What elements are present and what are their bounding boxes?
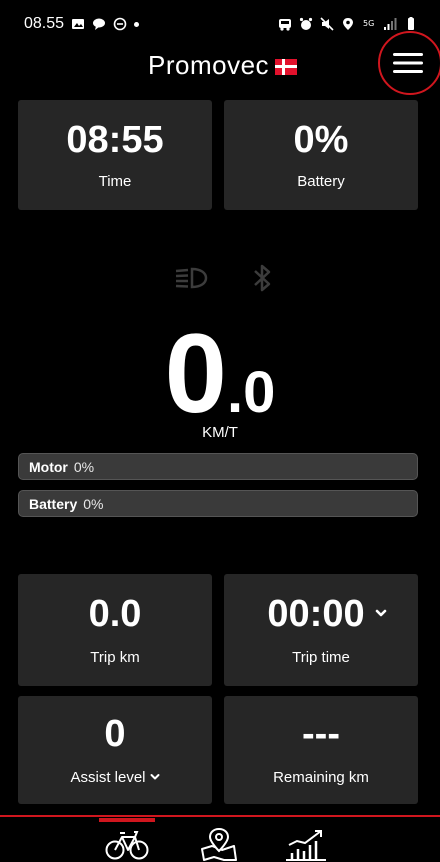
battery-icon [404, 17, 418, 31]
remaining-km-label: Remaining km [273, 768, 369, 786]
tab-stats[interactable] [282, 826, 330, 862]
trip-time-label: Trip time [292, 648, 350, 666]
mute-icon [320, 17, 334, 31]
status-time: 08.55 [24, 15, 65, 32]
denmark-flag-icon [275, 58, 298, 75]
trip-km-label: Trip km [90, 648, 140, 666]
indicator-icons [170, 262, 282, 294]
chat-icon [92, 17, 106, 31]
speed-decimal: .0 [226, 360, 276, 425]
svg-text:5G: 5G [363, 19, 374, 28]
battery-label: Battery [297, 172, 345, 190]
assist-level-label: Assist level [70, 768, 146, 786]
brand-logo: Promovec [148, 50, 298, 81]
car-icon [278, 17, 292, 31]
brand-name: Promovec [148, 50, 270, 80]
menu-button[interactable] [378, 31, 440, 95]
location-icon [341, 17, 355, 31]
speed-integer: 0 [164, 311, 227, 436]
map-icon [201, 827, 237, 861]
active-tab-indicator [99, 818, 155, 822]
headlight-icon[interactable] [170, 262, 210, 294]
speed-display: 0.0 [0, 318, 440, 430]
trip-km-value: 0.0 [88, 592, 142, 635]
bluetooth-icon[interactable] [242, 262, 282, 294]
dnd-icon [113, 17, 127, 31]
status-right: 5G [278, 17, 418, 31]
tab-map[interactable] [194, 826, 244, 862]
signal-icon [383, 17, 397, 31]
time-tile: 08:55 Time [18, 100, 212, 210]
remaining-km-tile: --- Remaining km [224, 696, 418, 804]
status-left: 08.55 [24, 15, 140, 33]
time-label: Time [98, 172, 132, 190]
tab-bike[interactable] [100, 826, 154, 862]
hamburger-menu-icon [393, 53, 423, 73]
assist-level-tile[interactable]: 0 Assist level [18, 696, 212, 804]
motor-bar-value: 0% [73, 458, 95, 475]
trip-time-tile[interactable]: 00:00 Trip time [224, 574, 418, 686]
battery-bar-label: Battery [29, 495, 78, 512]
trip-km-tile: 0.0 Trip km [18, 574, 212, 686]
battery-tile: 0% Battery [224, 100, 418, 210]
app-header: Promovec [0, 40, 440, 90]
time-value: 08:55 [66, 118, 164, 161]
motor-bar: Motor 0% [18, 453, 418, 480]
image-icon [71, 17, 85, 31]
bike-icon [105, 831, 149, 860]
battery-bar: Battery 0% [18, 490, 418, 517]
motor-bar-label: Motor [29, 458, 68, 475]
alarm-icon [299, 17, 313, 31]
stats-chart-icon [286, 830, 326, 861]
trip-time-value: 00:00 [267, 592, 365, 635]
chevron-down-icon[interactable] [375, 609, 387, 618]
bottom-nav-divider [0, 815, 440, 817]
speed-unit: KM/T [202, 424, 238, 441]
5g-icon: 5G [362, 17, 376, 31]
assist-level-value: 0 [104, 712, 126, 755]
assist-level-label-row: Assist level [70, 768, 160, 786]
battery-bar-value: 0% [83, 495, 104, 512]
chevron-down-icon[interactable] [150, 773, 160, 781]
battery-value: 0% [293, 118, 349, 161]
remaining-km-value: --- [302, 712, 340, 755]
trip-time-value-row: 00:00 [267, 595, 386, 633]
notification-dot-icon [134, 21, 140, 27]
